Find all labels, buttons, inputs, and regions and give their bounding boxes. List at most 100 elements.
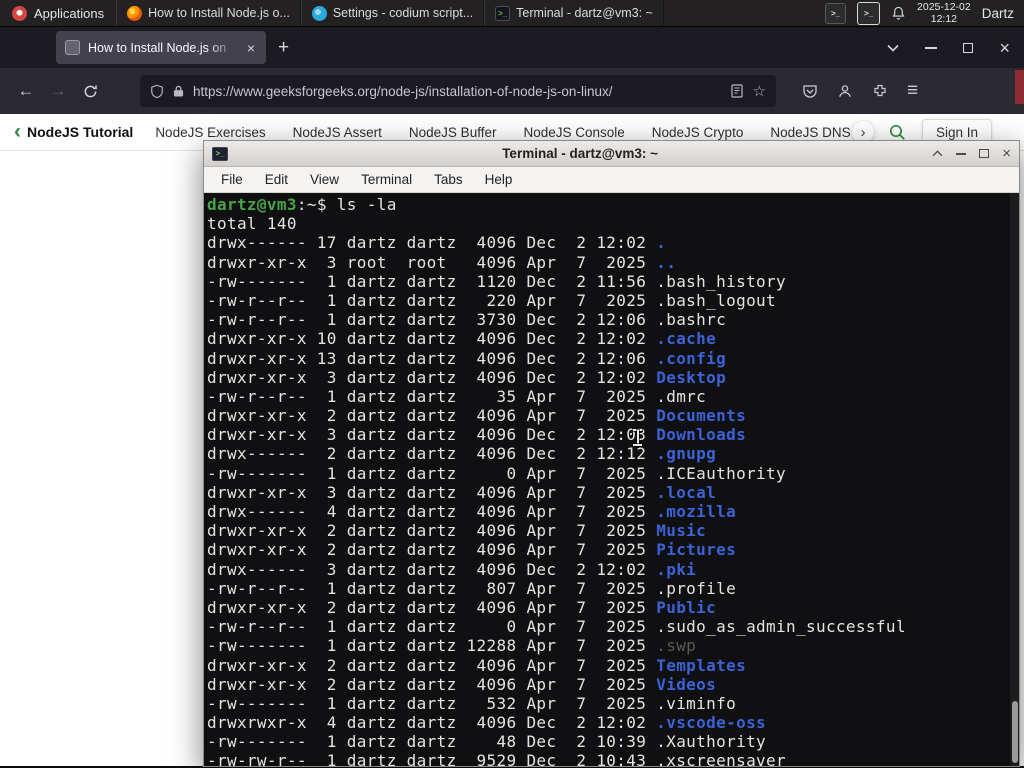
file-meta: drwxr-xr-x 2 dartz dartz 4096 Apr 7 2025 bbox=[207, 540, 657, 560]
taskbar-window-button[interactable]: How to Install Node.js o... bbox=[116, 0, 301, 26]
back-button[interactable]: ← bbox=[10, 75, 42, 107]
file-meta: -rw-rw-r-- 1 dartz dartz 9529 Dec 2 10:4… bbox=[207, 751, 657, 766]
file-meta: drwxr-xr-x 10 dartz dartz 4096 Dec 2 12:… bbox=[207, 329, 657, 349]
terminal-close-button[interactable]: × bbox=[1002, 146, 1011, 161]
tracking-shield-icon[interactable] bbox=[150, 84, 164, 99]
terminal-menu-item[interactable]: Terminal bbox=[352, 169, 421, 190]
file-meta: -rw------- 1 dartz dartz 532 Apr 7 2025 bbox=[207, 693, 657, 713]
terminal-title: Terminal - dartz@vm3: ~ bbox=[502, 146, 659, 161]
tray-terminal-active-icon[interactable]: >_ bbox=[857, 1, 881, 25]
site-nav-item[interactable]: NodeJS Crypto bbox=[652, 125, 744, 140]
bookmark-star-icon[interactable]: ☆ bbox=[753, 82, 766, 100]
bell-icon[interactable] bbox=[891, 5, 906, 21]
list-all-tabs-chevron-icon[interactable] bbox=[887, 44, 900, 52]
terminal-window-controls: × bbox=[932, 146, 1011, 161]
site-nav-item[interactable]: NodeJS Buffer bbox=[409, 125, 497, 140]
file-meta: drwxr-xr-x 2 dartz dartz 4096 Apr 7 2025 bbox=[207, 674, 657, 694]
window-maximize-button[interactable] bbox=[963, 42, 974, 53]
site-nav-title[interactable]: NodeJS Tutorial bbox=[27, 124, 133, 140]
site-nav-back-chevron-icon[interactable]: ‹ bbox=[14, 121, 21, 142]
account-icon[interactable] bbox=[837, 83, 853, 99]
terminal-minimize-button[interactable] bbox=[956, 152, 967, 155]
file-name: Public bbox=[656, 597, 717, 617]
extensions-puzzle-icon[interactable] bbox=[872, 83, 888, 99]
file-name: Templates bbox=[656, 655, 747, 675]
browser-tab-bar: How to Install Node.js on × + × bbox=[0, 27, 1024, 68]
terminal-output-line: -rw-r--r-- 1 dartz dartz 0 Apr 7 2025 .s… bbox=[207, 617, 1019, 636]
hamburger-menu-icon[interactable]: ≡ bbox=[907, 80, 918, 102]
taskbar-window-title: Settings - codium script... bbox=[332, 6, 474, 20]
terminal-menu-item[interactable]: File bbox=[212, 169, 252, 190]
file-name: .mozilla bbox=[656, 502, 737, 521]
terminal-scrollbar-thumb[interactable] bbox=[1012, 701, 1018, 763]
terminal-output-line: drwxr-xr-x 10 dartz dartz 4096 Dec 2 12:… bbox=[207, 329, 1019, 348]
site-nav-item[interactable]: NodeJS Exercises bbox=[155, 125, 265, 140]
file-name: Videos bbox=[656, 674, 717, 694]
prompt-path: :~$ bbox=[296, 195, 337, 214]
browser-navbar: ← → https://www.geeksforgeeks.org/node-j… bbox=[0, 68, 1024, 114]
file-name: .profile bbox=[656, 578, 737, 598]
file-name: .config bbox=[656, 348, 727, 368]
tab-close-icon[interactable]: × bbox=[245, 40, 257, 56]
file-name: .vscode-oss bbox=[656, 713, 767, 733]
tab-title: How to Install Node.js on bbox=[88, 40, 227, 55]
clock-date: 2025-12-02 bbox=[917, 1, 971, 13]
terminal-scrollbar[interactable] bbox=[1010, 193, 1019, 766]
taskbar-window-button[interactable]: Settings - codium script... bbox=[300, 0, 485, 26]
window-minimize-button[interactable] bbox=[925, 46, 938, 49]
terminal-titlebar[interactable]: >_ Terminal - dartz@vm3: ~ × bbox=[204, 141, 1019, 167]
terminal-menu-item[interactable]: Help bbox=[476, 169, 522, 190]
file-meta: -rw-r--r-- 1 dartz dartz 35 Apr 7 2025 bbox=[207, 386, 657, 406]
terminal-output-line: -rw------- 1 dartz dartz 532 Apr 7 2025 … bbox=[207, 694, 1019, 713]
site-nav-item[interactable]: NodeJS DNS bbox=[770, 125, 850, 140]
terminal-rollup-chevron-icon[interactable] bbox=[932, 150, 943, 157]
lock-icon[interactable] bbox=[173, 84, 184, 98]
applications-icon bbox=[12, 5, 27, 21]
file-meta: -rw------- 1 dartz dartz 12288 Apr 7 202… bbox=[207, 636, 657, 656]
applications-menu-button[interactable]: Applications bbox=[0, 0, 116, 26]
prompt-user-host: dartz@vm3 bbox=[207, 195, 297, 214]
file-name: .local bbox=[656, 482, 717, 502]
reader-mode-icon[interactable] bbox=[730, 84, 744, 98]
file-name: .cache bbox=[656, 329, 717, 349]
terminal-output-line: drwxr-xr-x 2 dartz dartz 4096 Apr 7 2025… bbox=[207, 656, 1019, 675]
url-text[interactable]: https://www.geeksforgeeks.org/node-js/in… bbox=[193, 84, 721, 99]
forward-button[interactable]: → bbox=[42, 75, 74, 107]
terminal-maximize-button[interactable] bbox=[979, 149, 990, 158]
file-meta: -rw------- 1 dartz dartz 48 Dec 2 10:39 bbox=[207, 732, 657, 752]
file-name: .bash_logout bbox=[656, 290, 777, 310]
file-name: Documents bbox=[656, 406, 747, 426]
terminal-output-line: drwx------ 2 dartz dartz 4096 Dec 2 12:1… bbox=[207, 444, 1019, 463]
site-nav-item[interactable]: NodeJS Console bbox=[523, 125, 624, 140]
reload-button[interactable] bbox=[74, 75, 106, 107]
new-tab-button[interactable]: + bbox=[266, 37, 301, 59]
terminal-output: dartz@vm3:~$ ls -la total 140 drwx------ 1… bbox=[207, 195, 1019, 766]
window-close-button[interactable]: × bbox=[999, 39, 1010, 57]
terminal-menubar: File Edit View Terminal Tabs Help bbox=[204, 167, 1019, 193]
file-name: Desktop bbox=[656, 367, 727, 387]
file-meta: -rw------- 1 dartz dartz 1120 Dec 2 11:5… bbox=[207, 271, 657, 291]
file-name: .Xauthority bbox=[656, 732, 767, 752]
taskbar-window-button[interactable]: >_ Terminal - dartz@vm3: ~ bbox=[484, 0, 664, 26]
terminal-output-line: drwxr-xr-x 2 dartz dartz 4096 Apr 7 2025… bbox=[207, 598, 1019, 617]
panel-clock[interactable]: 2025-12-02 12:12 bbox=[917, 1, 971, 25]
clock-time: 12:12 bbox=[930, 13, 958, 25]
navbar-right-icons: ≡ bbox=[802, 80, 918, 102]
terminal-command: ls -la bbox=[336, 195, 397, 214]
browser-tab[interactable]: How to Install Node.js on × bbox=[56, 31, 266, 64]
desktop-panel: Applications How to Install Node.js o...… bbox=[0, 0, 1024, 27]
terminal-menu-item[interactable]: Tabs bbox=[425, 169, 472, 190]
taskbar-window-title: How to Install Node.js o... bbox=[148, 6, 290, 20]
tray-terminal-icon[interactable]: >_ bbox=[825, 2, 847, 24]
terminal-body[interactable]: dartz@vm3:~$ ls -la total 140 drwx------ 1… bbox=[204, 193, 1019, 766]
site-search-icon[interactable] bbox=[888, 123, 906, 141]
terminal-menu-item[interactable]: Edit bbox=[256, 169, 297, 190]
file-meta: -rw-r--r-- 1 dartz dartz 0 Apr 7 2025 bbox=[207, 617, 657, 637]
url-bar[interactable]: https://www.geeksforgeeks.org/node-js/in… bbox=[140, 75, 776, 107]
terminal-menu-item[interactable]: View bbox=[301, 169, 348, 190]
file-meta: drwx------ 2 dartz dartz 4096 Dec 2 12:1… bbox=[207, 444, 657, 464]
pocket-icon[interactable] bbox=[802, 83, 818, 99]
applications-label: Applications bbox=[34, 5, 105, 21]
file-name: .swp bbox=[656, 636, 697, 656]
site-nav-item[interactable]: NodeJS Assert bbox=[293, 125, 382, 140]
